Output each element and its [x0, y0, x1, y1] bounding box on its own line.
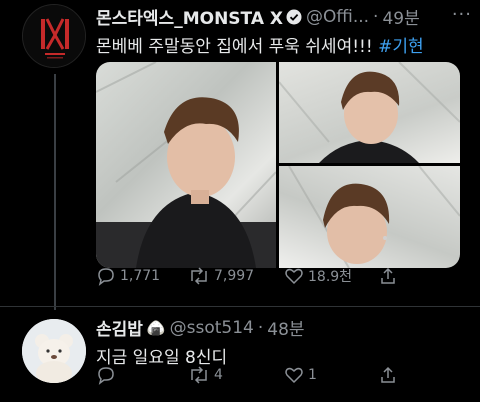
retweet-arrows-icon: [191, 366, 207, 384]
photo-3[interactable]: [279, 166, 460, 268]
onigiri-emoji: 🍙: [146, 318, 166, 337]
tweet-time[interactable]: 49분: [382, 4, 419, 29]
retweet-button[interactable]: 7,997: [188, 266, 254, 286]
reply-like-button[interactable]: 1: [284, 365, 317, 385]
thread-line: [54, 74, 56, 310]
reply-count: 1,771: [120, 268, 161, 284]
tweet-body: 몬베베 주말동안 집에서 푸욱 쉬세여!!!: [96, 37, 373, 57]
reply-button[interactable]: 1,771: [96, 266, 160, 286]
separator-dot: ·: [373, 6, 379, 27]
teddy-bear-avatar-image: [22, 319, 86, 383]
reply-retweet-count: 4: [214, 367, 223, 383]
retweet-count: 7,997: [214, 268, 255, 284]
reply-author-avatar[interactable]: [22, 319, 86, 383]
reply-retweet-button[interactable]: 4: [188, 365, 223, 385]
hashtag-link[interactable]: #기현: [378, 37, 424, 57]
like-count: 18.9천: [308, 269, 353, 285]
reply-author-handle[interactable]: @ssot514: [170, 318, 254, 338]
reply-bubble-icon: [98, 268, 114, 286]
reply-share-button[interactable]: [378, 365, 402, 385]
separator-dot: ·: [257, 317, 264, 338]
tweet-header: 몬스타엑스_MONSTA X @Offi... · 49분: [96, 4, 420, 30]
author-handle[interactable]: @Offi...: [306, 7, 369, 27]
retweet-arrows-icon: [191, 267, 207, 285]
share-upload-icon: [381, 267, 395, 284]
tweet-text: 몬베베 주말동안 집에서 푸욱 쉬세여!!! #기현: [96, 32, 424, 57]
author-name[interactable]: 몬스타엑스_MONSTA X: [96, 4, 283, 29]
photo-1[interactable]: [96, 62, 276, 268]
main-tweet[interactable]: 몬스타엑스_MONSTA X @Offi... · 49분 ··· 몬베베 주말…: [0, 0, 480, 310]
more-options-icon[interactable]: ···: [452, 4, 472, 25]
reply-reply-button[interactable]: [96, 365, 120, 385]
reply-like-count: 1: [308, 367, 317, 383]
heart-icon: [285, 367, 303, 384]
share-upload-icon: [381, 366, 395, 383]
reply-author-name[interactable]: 손김밥: [96, 315, 143, 340]
reply-tweet[interactable]: 손김밥 🍙 @ssot514 · 48분 지금 일요일 8신디 4 1: [0, 307, 480, 402]
reply-header: 손김밥 🍙 @ssot514 · 48분: [96, 315, 305, 341]
verified-badge-icon: [286, 9, 302, 25]
reply-time[interactable]: 48분: [267, 315, 304, 340]
heart-icon: [285, 268, 303, 285]
share-button[interactable]: [378, 266, 402, 286]
reply-bubble-icon: [98, 367, 114, 385]
monsta-x-avatar[interactable]: [22, 4, 86, 68]
monsta-x-logo: [23, 5, 85, 67]
like-button[interactable]: 18.9천: [284, 266, 352, 286]
photo-2[interactable]: [279, 62, 460, 163]
tweet-media-grid: [96, 62, 460, 268]
